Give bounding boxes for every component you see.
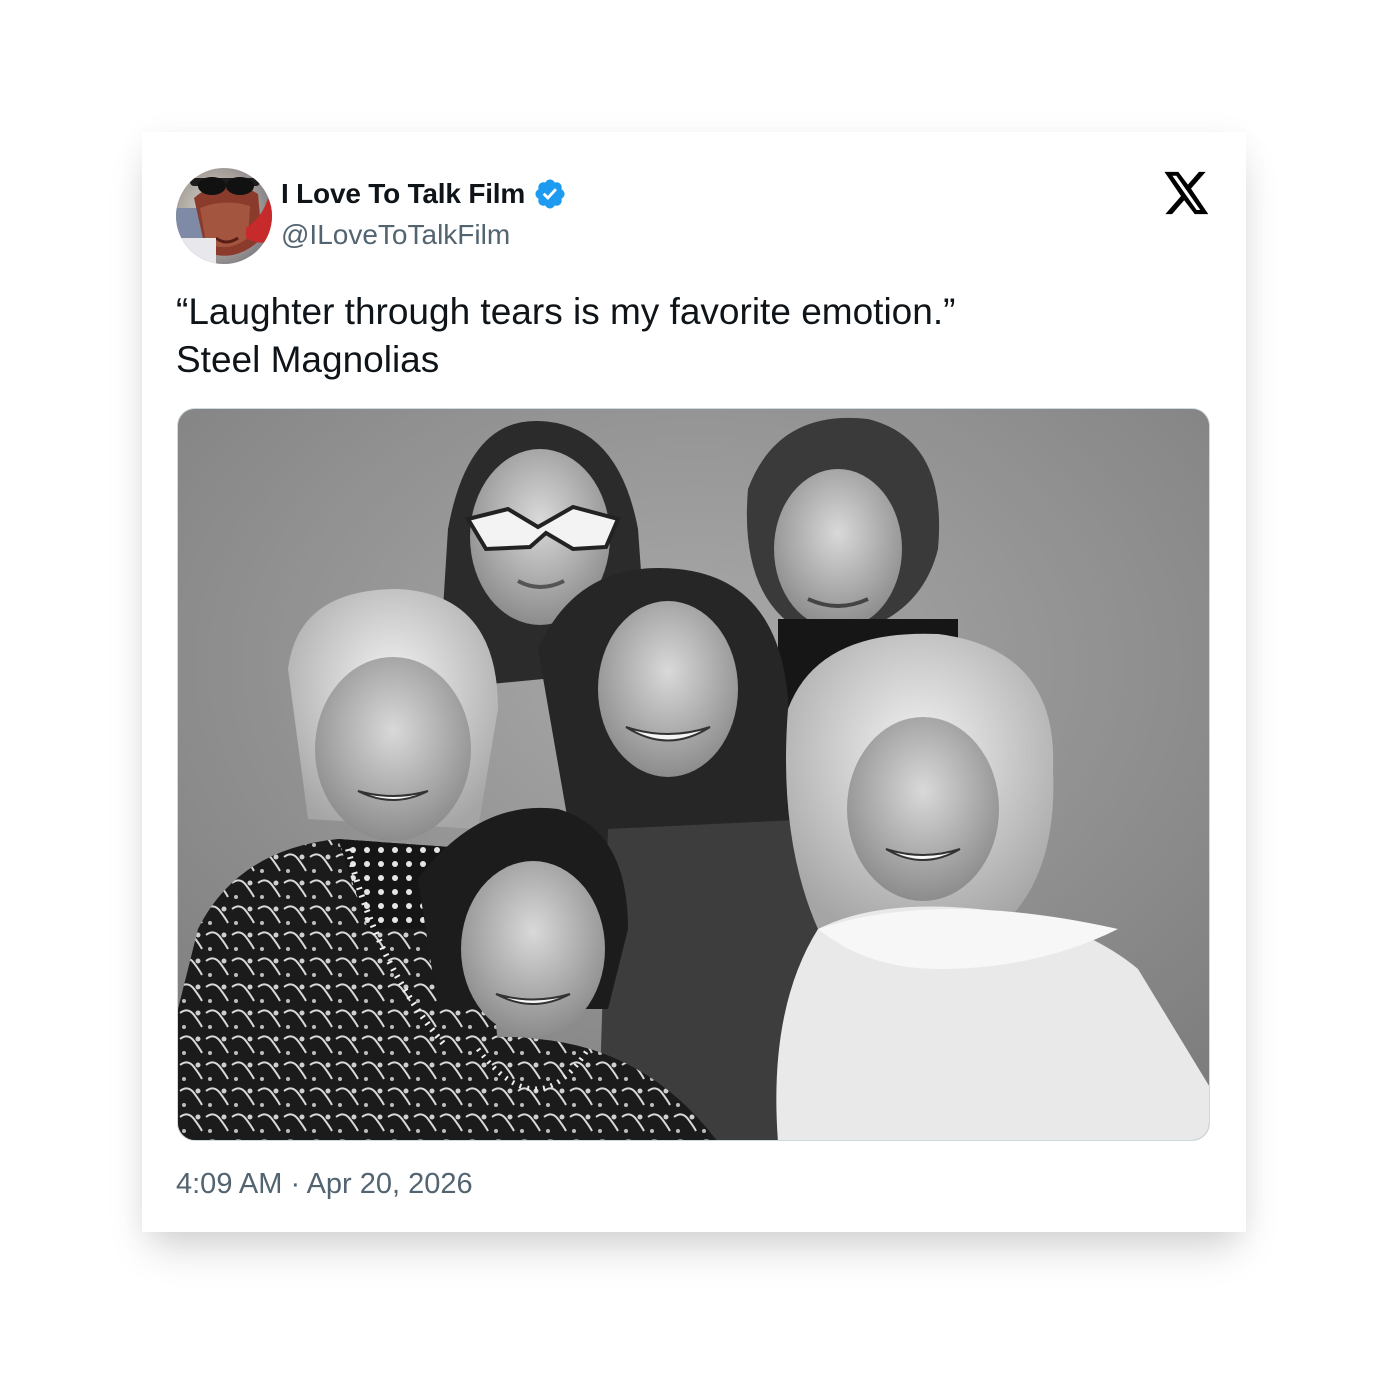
tweet-text-line: Steel Magnolias (176, 339, 440, 380)
avatar[interactable] (176, 168, 272, 264)
timestamp[interactable]: 4:09 AM · Apr 20, 2026 (176, 1168, 473, 1201)
tweet-text-line: “Laughter through tears is my favorite e… (176, 291, 956, 332)
photo-image (178, 409, 1209, 1140)
tweet-photo[interactable] (177, 408, 1210, 1141)
handle[interactable]: @ILoveToTalkFilm (281, 219, 510, 251)
verified-badge-icon (535, 179, 565, 209)
x-logo-icon[interactable] (1164, 171, 1210, 215)
display-name[interactable]: I Love To Talk Film (281, 178, 525, 210)
tweet-text: “Laughter through tears is my favorite e… (176, 288, 1206, 384)
author-row: I Love To Talk Film (281, 175, 567, 213)
